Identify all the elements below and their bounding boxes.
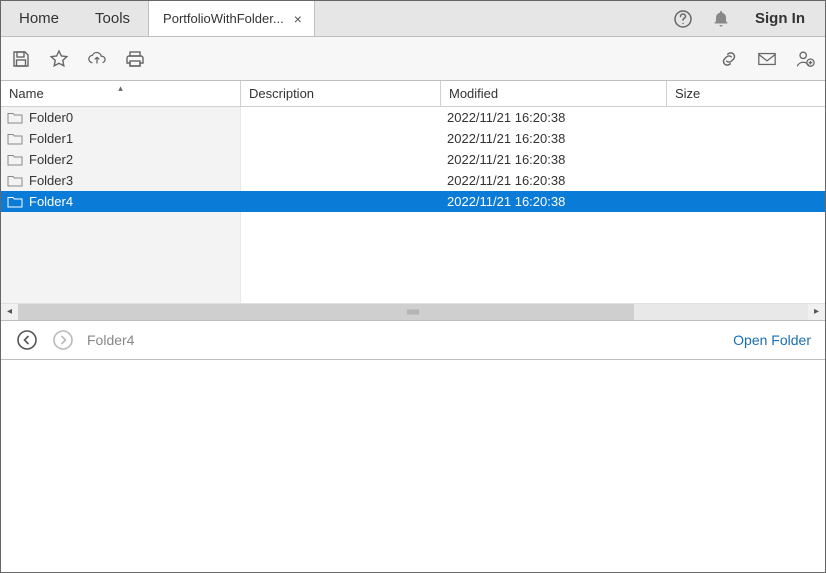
horizontal-scrollbar[interactable]: ◂ ▸ <box>1 303 825 320</box>
tab-document-label: PortfolioWithFolder... <box>163 11 284 26</box>
row-description <box>241 149 441 170</box>
tab-document[interactable]: PortfolioWithFolder... × <box>148 1 315 36</box>
table-row[interactable]: Folder2 2022/11/21 16:20:38 <box>1 149 825 170</box>
row-description <box>241 107 441 128</box>
star-icon[interactable] <box>49 49 69 69</box>
scroll-right-icon[interactable]: ▸ <box>808 306 825 317</box>
table-row[interactable]: Folder4 2022/11/21 16:20:38 <box>1 191 825 212</box>
help-icon[interactable] <box>673 9 693 29</box>
row-modified: 2022/11/21 16:20:38 <box>441 128 667 149</box>
bell-icon[interactable] <box>711 9 731 29</box>
toolbar <box>1 37 825 81</box>
table-row[interactable]: Folder0 2022/11/21 16:20:38 <box>1 107 825 128</box>
folder-icon <box>7 153 23 167</box>
row-size <box>667 128 825 149</box>
close-tab-icon[interactable]: × <box>292 11 304 27</box>
column-header-name[interactable]: Name ▴ <box>1 81 241 106</box>
mail-icon[interactable] <box>757 49 777 69</box>
row-size <box>667 191 825 212</box>
open-folder-link[interactable]: Open Folder <box>733 332 811 348</box>
row-name: Folder4 <box>29 194 73 209</box>
link-icon[interactable] <box>719 49 739 69</box>
scroll-track[interactable] <box>18 304 808 320</box>
save-icon[interactable] <box>11 49 31 69</box>
column-headers: Name ▴ Description Modified Size <box>1 81 825 107</box>
add-user-icon[interactable] <box>795 49 815 69</box>
table-row[interactable]: Folder3 2022/11/21 16:20:38 <box>1 170 825 191</box>
row-name: Folder2 <box>29 152 73 167</box>
row-size <box>667 149 825 170</box>
row-modified: 2022/11/21 16:20:38 <box>441 107 667 128</box>
navigation-bar: Folder4 Open Folder <box>1 320 825 360</box>
column-header-size[interactable]: Size <box>667 81 825 106</box>
preview-pane <box>1 360 825 573</box>
folder-icon <box>7 195 23 209</box>
row-name: Folder1 <box>29 131 73 146</box>
file-list: Folder0 2022/11/21 16:20:38 Folder1 2022/11… <box>1 107 825 303</box>
column-header-description[interactable]: Description <box>241 81 441 106</box>
row-modified: 2022/11/21 16:20:38 <box>441 149 667 170</box>
breadcrumb: Folder4 <box>87 332 134 348</box>
row-modified: 2022/11/21 16:20:38 <box>441 191 667 212</box>
row-size <box>667 107 825 128</box>
table-row[interactable]: Folder1 2022/11/21 16:20:38 <box>1 128 825 149</box>
row-name: Folder0 <box>29 110 73 125</box>
nav-back-button[interactable] <box>15 328 39 352</box>
row-name: Folder3 <box>29 173 73 188</box>
scroll-thumb[interactable] <box>18 304 634 320</box>
row-size <box>667 170 825 191</box>
nav-forward-button[interactable] <box>51 328 75 352</box>
sort-ascending-icon: ▴ <box>118 83 123 94</box>
print-icon[interactable] <box>125 49 145 69</box>
tab-bar: Home Tools PortfolioWithFolder... × Sign… <box>1 1 825 37</box>
sign-in-button[interactable]: Sign In <box>749 10 811 27</box>
folder-icon <box>7 111 23 125</box>
tab-tools[interactable]: Tools <box>77 1 148 36</box>
cloud-upload-icon[interactable] <box>87 49 107 69</box>
column-header-modified[interactable]: Modified <box>441 81 667 106</box>
row-description <box>241 128 441 149</box>
tab-home[interactable]: Home <box>1 1 77 36</box>
row-description <box>241 191 441 212</box>
row-description <box>241 170 441 191</box>
file-area: Folder0 2022/11/21 16:20:38 Folder1 2022/11… <box>1 107 825 320</box>
row-modified: 2022/11/21 16:20:38 <box>441 170 667 191</box>
folder-icon <box>7 174 23 188</box>
folder-icon <box>7 132 23 146</box>
scroll-left-icon[interactable]: ◂ <box>1 306 18 317</box>
